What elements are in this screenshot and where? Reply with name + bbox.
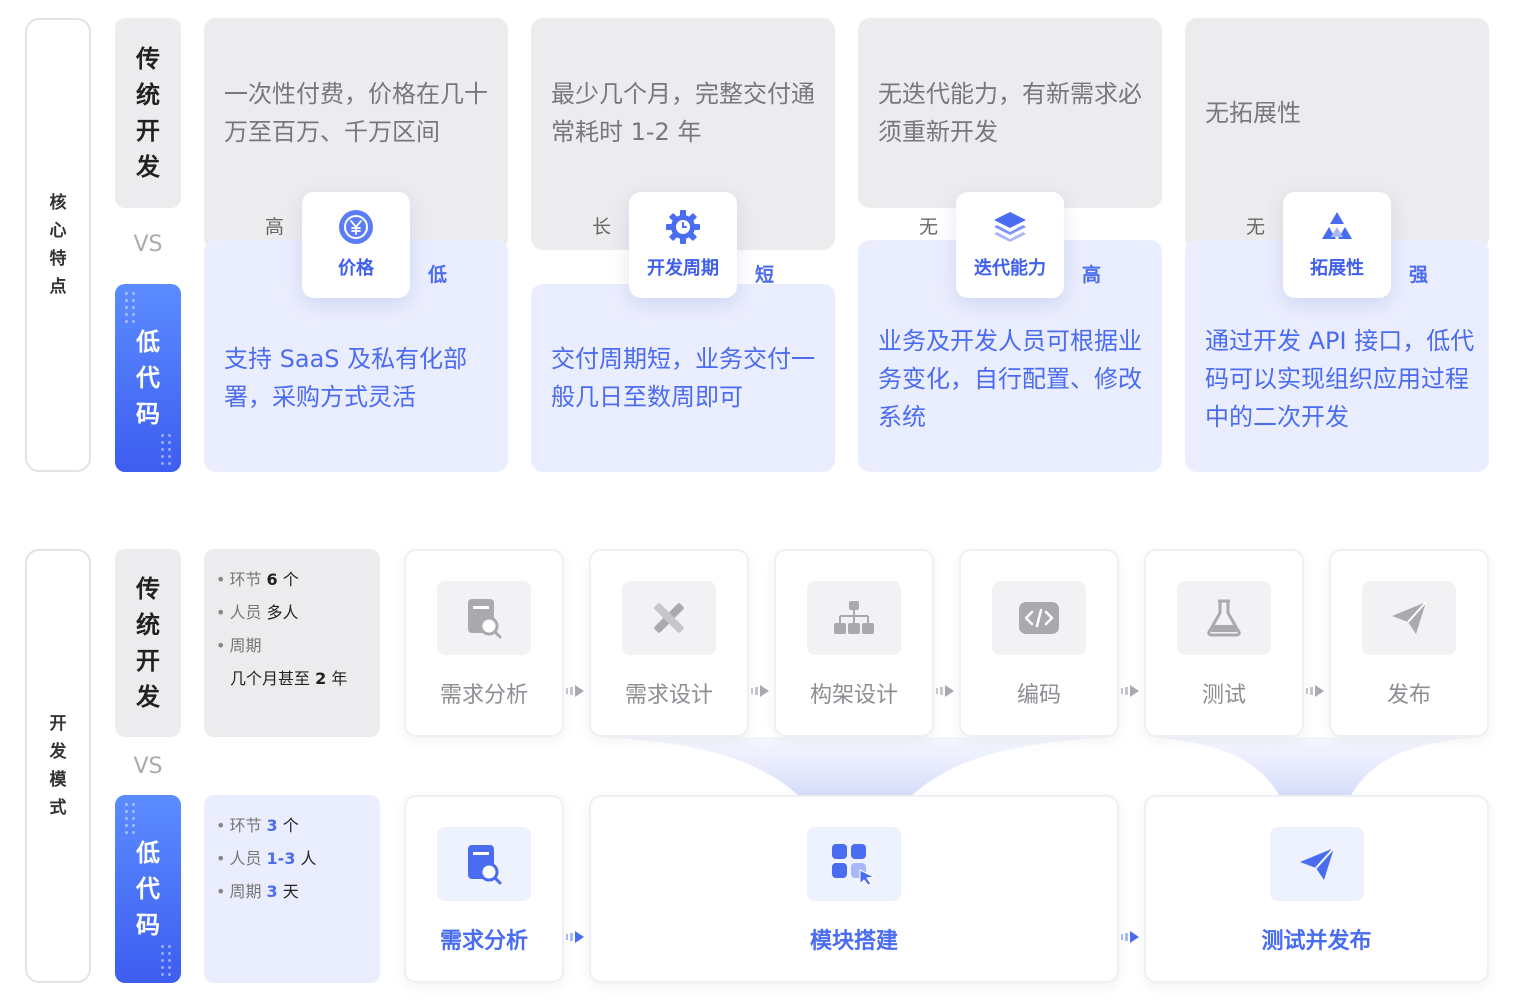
arrow-right-icon <box>1306 685 1324 697</box>
hierarchy-icon <box>834 601 874 634</box>
step-label: 编码 <box>1016 683 1061 708</box>
lowcode-step-card: 模块搭建 <box>589 795 1119 983</box>
step-label: 构架设计 <box>809 683 898 708</box>
pencil-ruler-icon <box>654 603 684 633</box>
step-icon-box <box>1362 581 1456 655</box>
step-icon-box <box>807 827 901 901</box>
traditional-step-card: 测试 <box>1144 549 1304 737</box>
doc-search-icon <box>468 599 502 639</box>
arrow-right-icon <box>1121 685 1139 697</box>
step-icon-box <box>1269 827 1364 901</box>
step-label: 测试 <box>1201 683 1246 708</box>
flask-icon <box>1207 599 1241 637</box>
step-label: 需求分析 <box>439 929 528 954</box>
doc-search-icon <box>468 845 502 885</box>
step-label: 发布 <box>1386 683 1431 708</box>
step-label: 测试并发布 <box>1261 929 1372 954</box>
send-icon <box>1392 601 1427 634</box>
step-icon-box <box>437 581 531 655</box>
step-label: 需求分析 <box>439 683 528 708</box>
step-icon-box <box>437 827 531 901</box>
arrow-right-icon <box>1121 931 1139 943</box>
modules-icon <box>832 844 876 886</box>
arrow-right-icon <box>936 685 954 697</box>
arrow-right-icon <box>566 931 584 943</box>
step-label: 模块搭建 <box>809 929 898 954</box>
step-icon-box <box>807 581 901 655</box>
lowcode-step-card: 需求分析 <box>404 795 564 983</box>
step-icon-box <box>1177 581 1271 655</box>
step-icon-box <box>622 581 716 655</box>
traditional-step-card: 构架设计 <box>774 549 934 737</box>
step-label: 需求设计 <box>624 683 713 708</box>
send-icon <box>1299 847 1335 880</box>
lowcode-step-card: 测试并发布 <box>1144 795 1489 983</box>
code-icon <box>1019 602 1059 634</box>
step-icon-box <box>992 581 1086 655</box>
traditional-step-card: 编码 <box>959 549 1119 737</box>
arrow-right-icon <box>751 685 769 697</box>
traditional-step-card: 需求分析 <box>404 549 564 737</box>
traditional-step-card: 需求设计 <box>589 549 749 737</box>
traditional-step-card: 发布 <box>1329 549 1489 737</box>
arrow-right-icon <box>566 685 584 697</box>
